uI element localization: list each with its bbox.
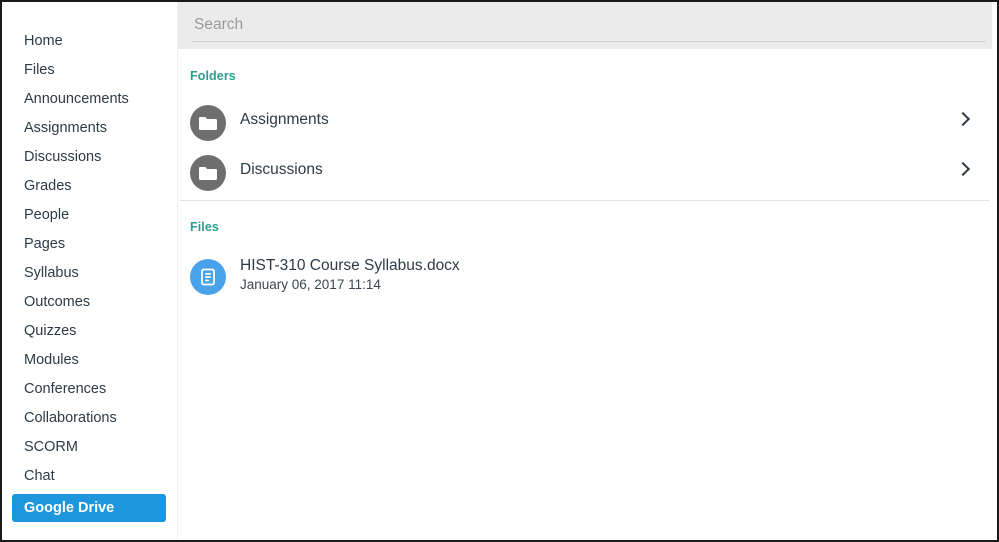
folder-icon xyxy=(190,155,226,191)
folder-name: Discussions xyxy=(240,161,323,178)
document-icon xyxy=(190,259,226,295)
drive-content-panel: Folders Assignments Discussions Files xyxy=(178,2,997,540)
file-date: January 06, 2017 11:14 xyxy=(240,277,381,292)
course-navigation-sidebar: Home Files Announcements Assignments Dis… xyxy=(2,2,176,540)
folder-row-assignments[interactable]: Assignments xyxy=(178,98,992,148)
file-name: HIST-310 Course Syllabus.docx xyxy=(240,257,460,274)
file-row-syllabus[interactable]: HIST-310 Course Syllabus.docx January 06… xyxy=(178,252,992,302)
folders-section-heading: Folders xyxy=(190,69,236,83)
sidebar-item-conferences[interactable]: Conferences xyxy=(12,378,166,400)
folder-row-discussions[interactable]: Discussions xyxy=(178,148,992,198)
sidebar-item-people[interactable]: People xyxy=(12,204,166,226)
files-section-heading: Files xyxy=(190,220,219,234)
sidebar-item-files[interactable]: Files xyxy=(12,59,166,81)
sidebar-item-chat[interactable]: Chat xyxy=(12,465,166,487)
google-drive-course-page: Home Files Announcements Assignments Dis… xyxy=(0,0,999,542)
sidebar-item-announcements[interactable]: Announcements xyxy=(12,88,166,110)
search-bar xyxy=(178,2,992,49)
folder-icon xyxy=(190,105,226,141)
sidebar-item-discussions[interactable]: Discussions xyxy=(12,146,166,168)
sidebar-item-scorm[interactable]: SCORM xyxy=(12,436,166,458)
sidebar-item-pages[interactable]: Pages xyxy=(12,233,166,255)
sidebar-item-modules[interactable]: Modules xyxy=(12,349,166,371)
sidebar-item-grades[interactable]: Grades xyxy=(12,175,166,197)
sidebar-item-quizzes[interactable]: Quizzes xyxy=(12,320,166,342)
sidebar-item-google-drive[interactable]: Google Drive xyxy=(12,494,166,522)
section-divider xyxy=(180,200,990,201)
sidebar-item-assignments[interactable]: Assignments xyxy=(12,117,166,139)
chevron-right-icon[interactable] xyxy=(955,111,971,127)
chevron-right-icon[interactable] xyxy=(955,161,971,177)
sidebar-item-home[interactable]: Home xyxy=(12,30,166,52)
sidebar-item-syllabus[interactable]: Syllabus xyxy=(12,262,166,284)
folder-name: Assignments xyxy=(240,111,329,128)
sidebar-item-outcomes[interactable]: Outcomes xyxy=(12,291,166,313)
search-input[interactable] xyxy=(192,12,986,42)
sidebar-item-collaborations[interactable]: Collaborations xyxy=(12,407,166,429)
